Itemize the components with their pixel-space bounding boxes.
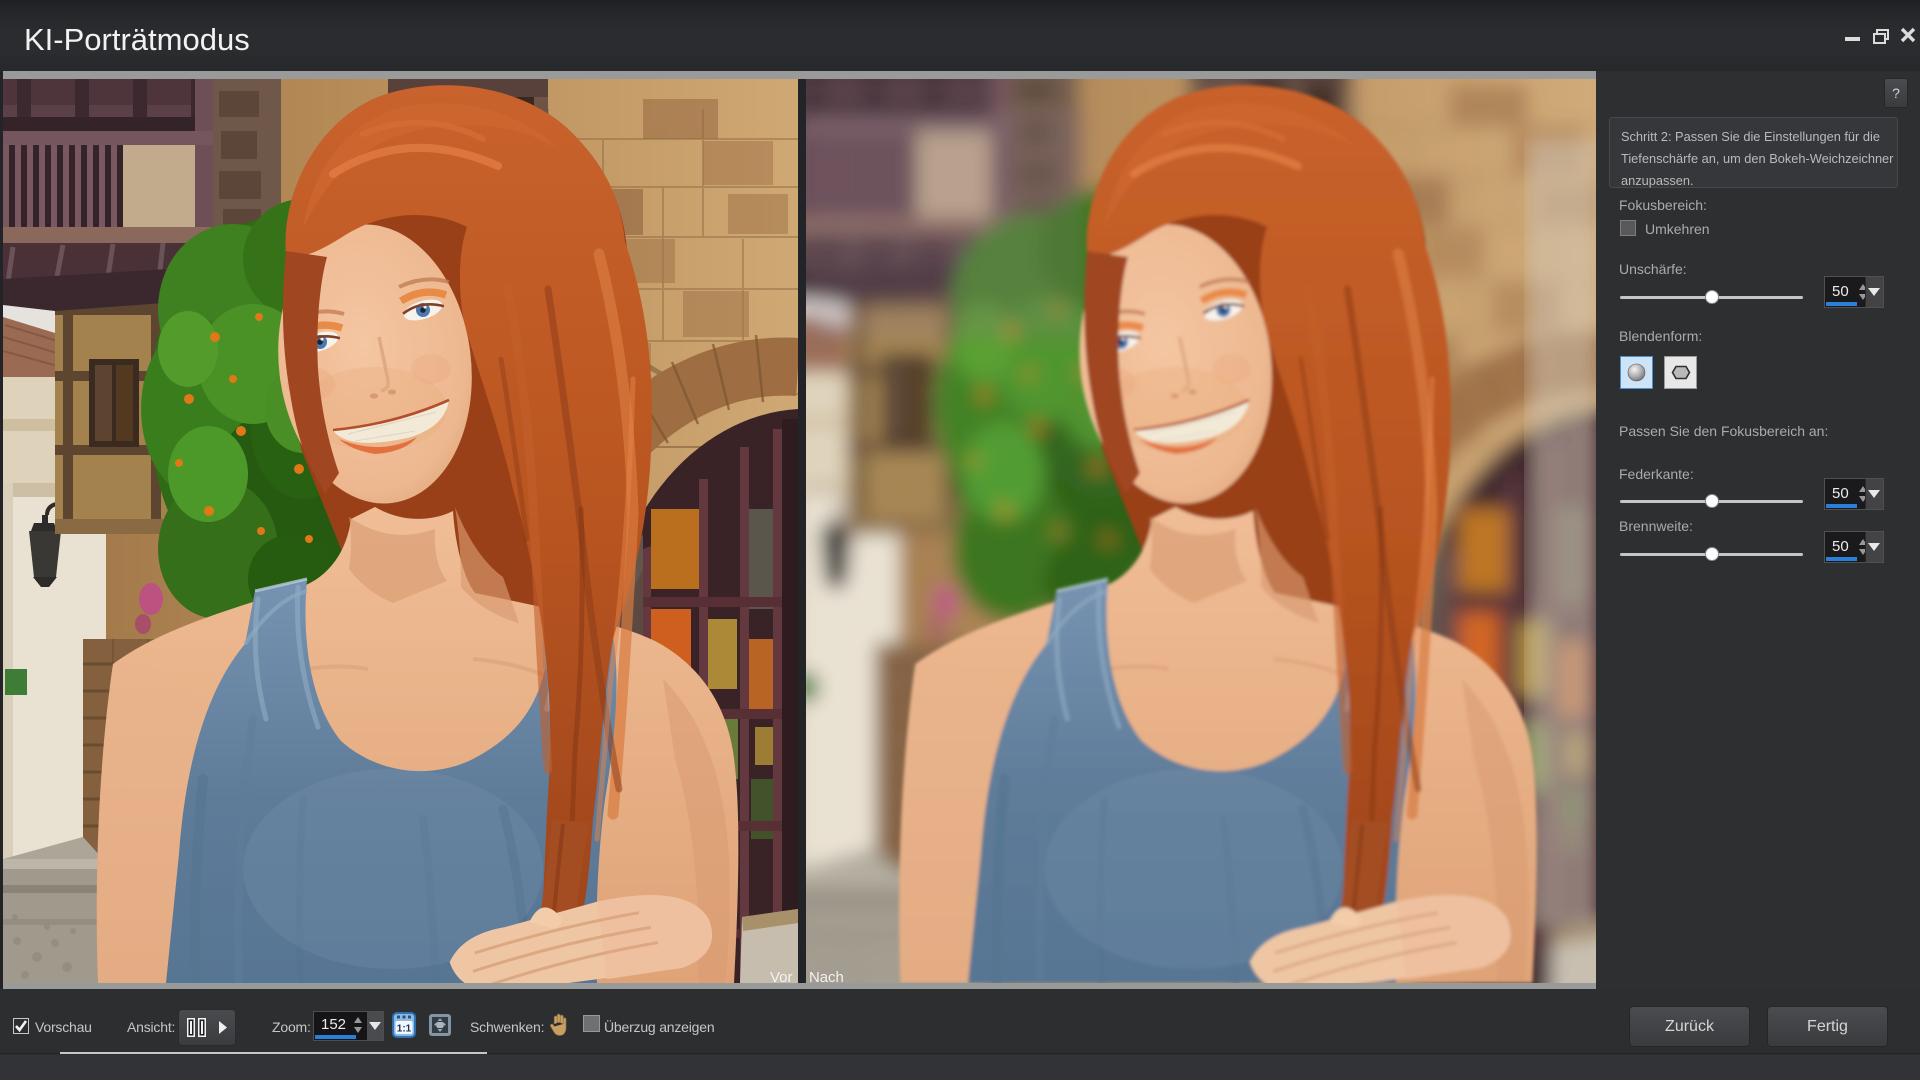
svg-text:1:1: 1:1 xyxy=(397,1024,412,1035)
svg-text:Vor: Vor xyxy=(770,969,793,983)
svg-text:Nach: Nach xyxy=(809,969,844,983)
